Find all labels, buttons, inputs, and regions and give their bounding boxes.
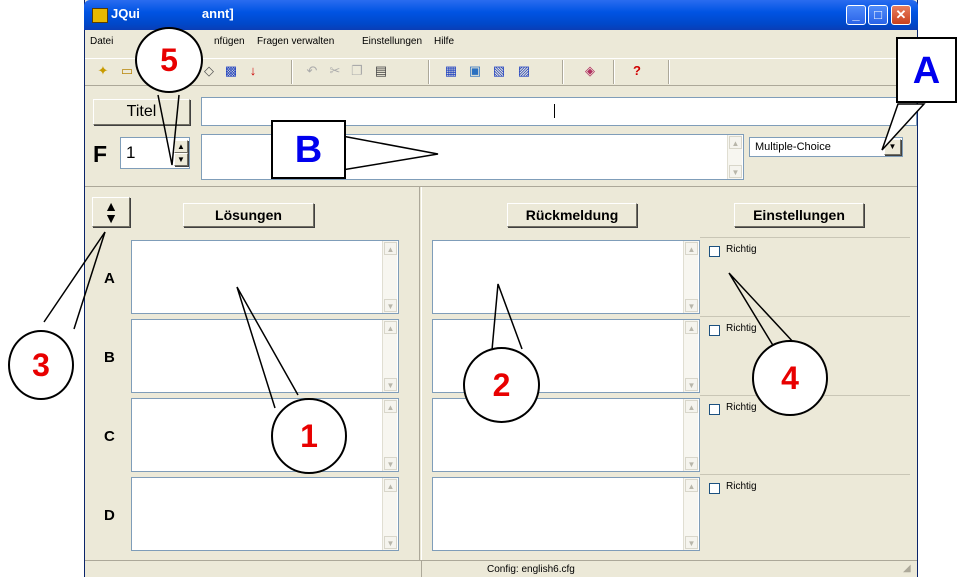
annotation-lines <box>43 94 796 409</box>
callout-1: 1 <box>271 398 347 474</box>
callout-b: B <box>271 120 346 179</box>
callout-4: 4 <box>752 340 828 416</box>
callout-3: 3 <box>8 330 74 400</box>
callout-5: 5 <box>135 27 203 93</box>
callout-2: 2 <box>463 347 540 423</box>
callout-a: A <box>896 37 957 103</box>
